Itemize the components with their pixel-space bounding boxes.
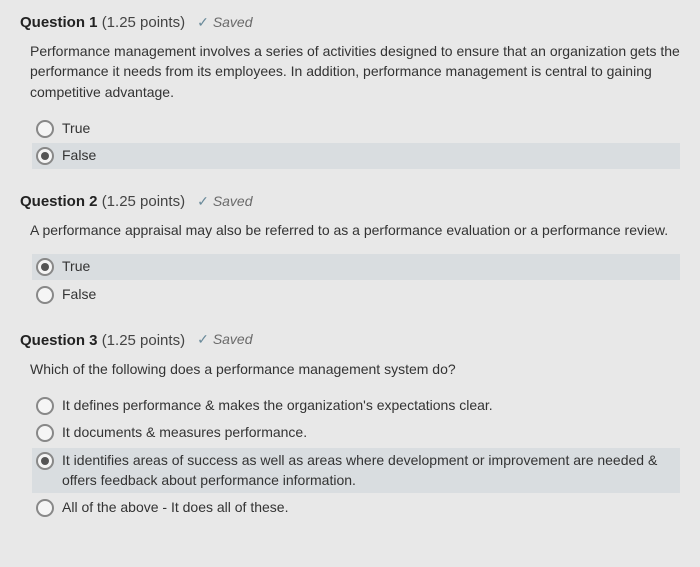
radio-icon (36, 258, 54, 276)
question-3-text: Which of the following does a performanc… (30, 359, 680, 379)
question-1-options: True False (32, 116, 680, 169)
question-2: Question 2 (1.25 points) ✓ Saved A perfo… (20, 191, 680, 307)
question-3: Question 3 (1.25 points) ✓ Saved Which o… (20, 330, 680, 521)
option-false[interactable]: False (32, 143, 680, 169)
saved-label: Saved (213, 330, 253, 350)
question-2-text: A performance appraisal may also be refe… (30, 220, 680, 240)
option-c[interactable]: It identifies areas of success as well a… (32, 448, 680, 493)
question-1-header: Question 1 (1.25 points) ✓ Saved (20, 12, 680, 33)
option-label: False (62, 285, 676, 305)
saved-label: Saved (213, 192, 253, 212)
option-false[interactable]: False (32, 282, 680, 308)
saved-indicator: ✓ Saved (197, 192, 252, 212)
option-label: It identifies areas of success as well a… (62, 451, 676, 490)
question-3-header: Question 3 (1.25 points) ✓ Saved (20, 330, 680, 351)
radio-icon (36, 147, 54, 165)
question-2-header: Question 2 (1.25 points) ✓ Saved (20, 191, 680, 212)
question-2-points: (1.25 points) (102, 193, 185, 210)
question-2-options: True False (32, 254, 680, 307)
question-1-points: (1.25 points) (102, 14, 185, 31)
radio-icon (36, 424, 54, 442)
radio-icon (36, 499, 54, 517)
option-b[interactable]: It documents & measures performance. (32, 420, 680, 446)
radio-icon (36, 452, 54, 470)
saved-indicator: ✓ Saved (197, 13, 252, 33)
option-true[interactable]: True (32, 254, 680, 280)
option-label: It defines performance & makes the organ… (62, 396, 676, 416)
radio-icon (36, 397, 54, 415)
question-3-number: Question 3 (20, 332, 98, 349)
radio-icon (36, 120, 54, 138)
question-3-points: (1.25 points) (102, 332, 185, 349)
option-true[interactable]: True (32, 116, 680, 142)
check-icon: ✓ (197, 330, 209, 350)
option-d[interactable]: All of the above - It does all of these. (32, 495, 680, 521)
check-icon: ✓ (197, 192, 209, 212)
question-2-title: Question 2 (1.25 points) (20, 191, 185, 212)
question-1-title: Question 1 (1.25 points) (20, 12, 185, 33)
option-a[interactable]: It defines performance & makes the organ… (32, 393, 680, 419)
option-label: False (62, 146, 676, 166)
check-icon: ✓ (197, 13, 209, 33)
option-label: True (62, 119, 676, 139)
option-label: All of the above - It does all of these. (62, 498, 676, 518)
question-1-number: Question 1 (20, 14, 98, 31)
saved-indicator: ✓ Saved (197, 330, 252, 350)
question-2-number: Question 2 (20, 193, 98, 210)
saved-label: Saved (213, 13, 253, 33)
question-3-options: It defines performance & makes the organ… (32, 393, 680, 521)
question-1: Question 1 (1.25 points) ✓ Saved Perform… (20, 12, 680, 169)
option-label: True (62, 257, 676, 277)
question-3-title: Question 3 (1.25 points) (20, 330, 185, 351)
option-label: It documents & measures performance. (62, 423, 676, 443)
question-1-text: Performance management involves a series… (30, 41, 680, 102)
radio-icon (36, 286, 54, 304)
